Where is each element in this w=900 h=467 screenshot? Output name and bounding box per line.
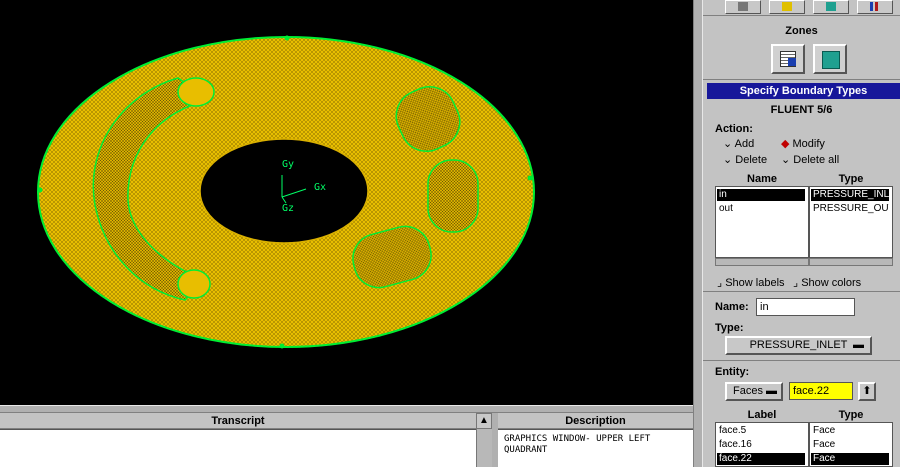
type-label: Type: (715, 322, 744, 334)
label-column-header: Label (715, 409, 809, 421)
list-item[interactable]: PRESSURE_INLET (811, 189, 889, 201)
show-colors-label: Show colors (801, 277, 862, 289)
delete-option-label: Delete (735, 154, 768, 166)
list-item[interactable]: face.22 (717, 453, 805, 465)
tools-icon[interactable] (857, 0, 893, 14)
check-icon: ⌄ (723, 154, 736, 166)
modify-option-label: Modify (792, 138, 825, 150)
description-text-line: QUADRANT (504, 445, 548, 455)
entity-type-dropdown[interactable]: Faces ▬ (725, 382, 783, 401)
show-labels-checkbox[interactable]: ⌟ Show labels (717, 276, 785, 289)
add-option-label: Add (734, 138, 755, 150)
selected-diamond-icon: ◆ (781, 138, 793, 150)
name-field[interactable]: in (756, 298, 855, 316)
list-item[interactable]: in (717, 189, 805, 201)
name-label: Name: (715, 301, 749, 313)
dropdown-indicator-icon: ▬ (766, 385, 777, 397)
check-icon: ⌄ (723, 138, 735, 150)
x-axis-label: Gx (314, 182, 327, 193)
check-icon: ⌄ (781, 154, 794, 166)
up-arrow-icon[interactable]: ⬆ (858, 382, 876, 401)
name-column-header: Name (715, 173, 809, 185)
delete-option[interactable]: ⌄ Delete (723, 153, 767, 166)
list-item[interactable]: Face (811, 439, 889, 451)
type-column-header: Type (809, 173, 893, 185)
entity-type-list[interactable]: Face Face Face (809, 422, 893, 467)
list-item[interactable]: Face (811, 425, 889, 437)
description-area: GRAPHICS WINDOW- UPPER LEFT QUADRANT (498, 429, 693, 467)
checkbox-icon: ⌟ (793, 277, 802, 289)
list-item[interactable]: face.5 (717, 425, 805, 437)
checkbox-icon: ⌟ (717, 277, 726, 289)
name-list-scrollbar[interactable] (715, 258, 809, 266)
entity-field[interactable]: face.22 (789, 382, 853, 400)
mesh-zone-button[interactable] (771, 44, 805, 74)
zones-title: Zones (785, 25, 818, 37)
transcript-scrollbar[interactable] (476, 429, 492, 467)
type-dropdown-value: PRESSURE_INLET (749, 339, 848, 351)
show-colors-checkbox[interactable]: ⌟ Show colors (793, 276, 861, 289)
entity-type-column-header: Type (809, 409, 893, 421)
graphics-window[interactable]: Gy Gx Gz (0, 0, 693, 405)
grid-icon[interactable] (725, 0, 761, 14)
control-panel: Zones Specify Boundary Types FLUENT 5/6 … (703, 0, 900, 467)
zone-type-list[interactable]: PRESSURE_INLET PRESSURE_OUTLET (809, 186, 893, 258)
list-item[interactable]: face.16 (717, 439, 805, 451)
entity-type-value: Faces (733, 385, 763, 397)
z-axis-label: Gz (282, 203, 295, 214)
list-item[interactable]: PRESSURE_OUTLET (811, 203, 889, 215)
solid-zone-button[interactable] (813, 44, 847, 74)
show-labels-label: Show labels (725, 277, 785, 289)
boundary-title-bar: Specify Boundary Types (707, 83, 900, 99)
y-axis-label: Gy (282, 159, 295, 170)
add-option[interactable]: ⌄ Add (723, 137, 754, 150)
list-item[interactable]: out (717, 203, 805, 215)
entity-label: Entity: (715, 366, 750, 378)
mesh-graphic (37, 35, 535, 349)
solver-name: FLUENT 5/6 (770, 104, 833, 116)
entity-label-list[interactable]: face.5 face.16 face.22 (715, 422, 809, 467)
type-list-scrollbar[interactable] (809, 258, 893, 266)
transcript-header: Transcript (0, 413, 476, 429)
description-text-line: GRAPHICS WINDOW- UPPER LEFT (504, 434, 651, 444)
delete-all-option-label: Delete all (793, 154, 840, 166)
mesh-cube-icon[interactable] (813, 0, 849, 14)
list-item[interactable]: Face (811, 453, 889, 465)
zone-name-list[interactable]: in out (715, 186, 809, 258)
vertical-splitter[interactable] (693, 0, 703, 467)
action-label: Action: (715, 123, 753, 135)
transcript-area[interactable] (0, 429, 476, 467)
dropdown-indicator-icon: ▬ (853, 339, 864, 351)
cube-icon[interactable] (769, 0, 805, 14)
scroll-up-icon[interactable]: ▲ (476, 413, 492, 429)
horizontal-splitter[interactable] (0, 405, 693, 413)
modify-option[interactable]: ◆ Modify (781, 137, 825, 150)
description-header: Description (498, 413, 693, 429)
type-dropdown[interactable]: PRESSURE_INLET ▬ (725, 336, 872, 355)
delete-all-option[interactable]: ⌄ Delete all (781, 153, 839, 166)
